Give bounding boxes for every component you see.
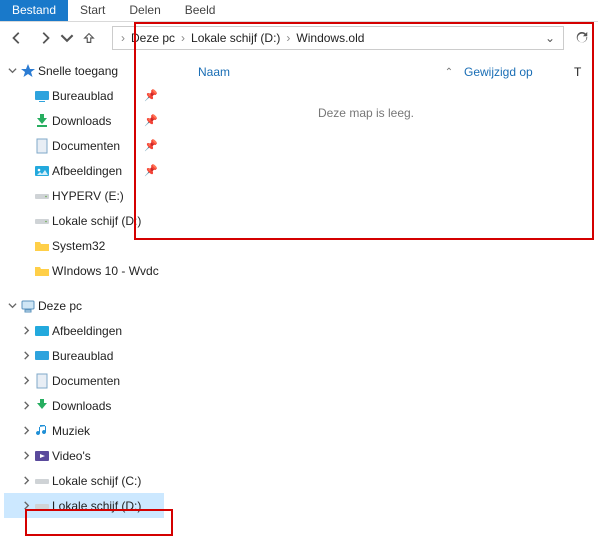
desktop-icon [34, 88, 50, 104]
expand-icon[interactable] [20, 500, 32, 512]
empty-folder-message: Deze map is leeg. [174, 82, 598, 120]
refresh-button[interactable] [570, 26, 594, 50]
tree-label: Lokale schijf (D:) [52, 499, 141, 513]
ribbon-tab-share[interactable]: Delen [117, 0, 172, 21]
chevron-right-icon: › [181, 31, 185, 45]
this-pc-icon [20, 298, 36, 314]
ribbon-tab-home[interactable]: Start [68, 0, 117, 21]
column-headers: Naam ⌃ Gewijzigd op T [174, 54, 598, 82]
tree-item-hyperv[interactable]: HYPERV (E:) [4, 183, 164, 208]
tree-item-pictures[interactable]: Afbeeldingen 📌 [4, 158, 164, 183]
download-icon [34, 113, 50, 129]
expand-icon[interactable] [20, 425, 32, 437]
pin-icon: 📌 [144, 164, 164, 177]
tree-item-desktop[interactable]: Bureaublad 📌 [4, 83, 164, 108]
tree-item-documents[interactable]: Documenten 📌 [4, 133, 164, 158]
pin-icon: 📌 [144, 139, 164, 152]
document-icon [34, 138, 50, 154]
expand-icon[interactable] [20, 375, 32, 387]
up-button[interactable] [76, 25, 102, 51]
drive-icon [34, 213, 50, 229]
tree-label: Deze pc [38, 299, 82, 313]
tree-label: Bureaublad [52, 89, 113, 103]
drive-icon [34, 473, 50, 489]
tree-label: Lokale schijf (D:) [52, 214, 141, 228]
nav-tree: Snelle toegang Bureaublad 📌 Downloads 📌 … [0, 54, 164, 550]
address-bar[interactable]: › Deze pc › Lokale schijf (D:) › Windows… [112, 26, 564, 50]
tree-label: WIndows 10 - Wvdc [52, 264, 159, 278]
tree-item-local-d[interactable]: Lokale schijf (D:) [4, 208, 164, 233]
tree-pc-downloads[interactable]: Downloads [4, 393, 164, 418]
ribbon-tab-view[interactable]: Beeld [173, 0, 228, 21]
collapse-icon[interactable] [6, 65, 18, 77]
tree-pc-drive-d[interactable]: Lokale schijf (D:) [4, 493, 164, 518]
forward-button[interactable] [32, 25, 58, 51]
download-icon [34, 398, 50, 414]
body: Snelle toegang Bureaublad 📌 Downloads 📌 … [0, 54, 598, 550]
chevron-right-icon: › [121, 31, 125, 45]
back-button[interactable] [4, 25, 30, 51]
tree-label: Afbeeldingen [52, 164, 122, 178]
tree-label: Video's [52, 449, 91, 463]
expand-icon[interactable] [20, 350, 32, 362]
tree-pc-desktop[interactable]: Bureaublad [4, 343, 164, 368]
expand-icon[interactable] [20, 325, 32, 337]
history-dropdown[interactable] [60, 25, 74, 51]
chevron-right-icon: › [286, 31, 290, 45]
column-type[interactable]: T [574, 65, 594, 79]
crumb-windows-old[interactable]: Windows.old [294, 29, 366, 47]
ribbon-tab-file[interactable]: Bestand [0, 0, 68, 21]
tree-label: Documenten [52, 139, 120, 153]
tree-label: Documenten [52, 374, 120, 388]
tree-this-pc[interactable]: Deze pc [4, 293, 164, 318]
tree-label: Snelle toegang [38, 64, 118, 78]
ribbon: Bestand Start Delen Beeld [0, 0, 598, 22]
tree-item-downloads[interactable]: Downloads 📌 [4, 108, 164, 133]
tree-label: Downloads [52, 399, 111, 413]
video-icon [34, 448, 50, 464]
desktop-icon [34, 348, 50, 364]
file-list: Naam ⌃ Gewijzigd op T Deze map is leeg. [164, 54, 598, 550]
tree-label: Downloads [52, 114, 111, 128]
tree-item-system32[interactable]: System32 [4, 233, 164, 258]
expand-icon[interactable] [20, 400, 32, 412]
expand-icon[interactable] [20, 450, 32, 462]
tree-pc-videos[interactable]: Video's [4, 443, 164, 468]
tree-label: Lokale schijf (C:) [52, 474, 141, 488]
pictures-icon [34, 323, 50, 339]
column-modified[interactable]: Gewijzigd op [464, 65, 574, 79]
tree-quick-access[interactable]: Snelle toegang [4, 58, 164, 83]
nav-toolbar: › Deze pc › Lokale schijf (D:) › Windows… [0, 22, 598, 54]
tree-pc-music[interactable]: Muziek [4, 418, 164, 443]
folder-icon [34, 238, 50, 254]
music-icon [34, 423, 50, 439]
pin-icon: 📌 [144, 89, 164, 102]
column-name[interactable]: Naam [174, 65, 434, 79]
tree-label: HYPERV (E:) [52, 189, 124, 203]
tree-pc-documents[interactable]: Documenten [4, 368, 164, 393]
tree-label: Afbeeldingen [52, 324, 122, 338]
pictures-icon [34, 163, 50, 179]
address-dropdown[interactable]: ⌄ [541, 31, 559, 45]
crumb-this-pc[interactable]: Deze pc [129, 29, 177, 47]
tree-item-win10[interactable]: WIndows 10 - Wvdc [4, 258, 164, 283]
expand-icon[interactable] [20, 475, 32, 487]
crumb-drive-d[interactable]: Lokale schijf (D:) [189, 29, 282, 47]
tree-label: System32 [52, 239, 105, 253]
tree-pc-pictures[interactable]: Afbeeldingen [4, 318, 164, 343]
pin-icon: 📌 [144, 114, 164, 127]
collapse-icon[interactable] [6, 300, 18, 312]
tree-label: Muziek [52, 424, 90, 438]
drive-icon [34, 498, 50, 514]
folder-icon [34, 263, 50, 279]
tree-label: Bureaublad [52, 349, 113, 363]
drive-icon [34, 188, 50, 204]
star-icon [20, 63, 36, 79]
document-icon [34, 373, 50, 389]
tree-pc-drive-c[interactable]: Lokale schijf (C:) [4, 468, 164, 493]
sort-indicator-icon: ⌃ [434, 67, 464, 78]
